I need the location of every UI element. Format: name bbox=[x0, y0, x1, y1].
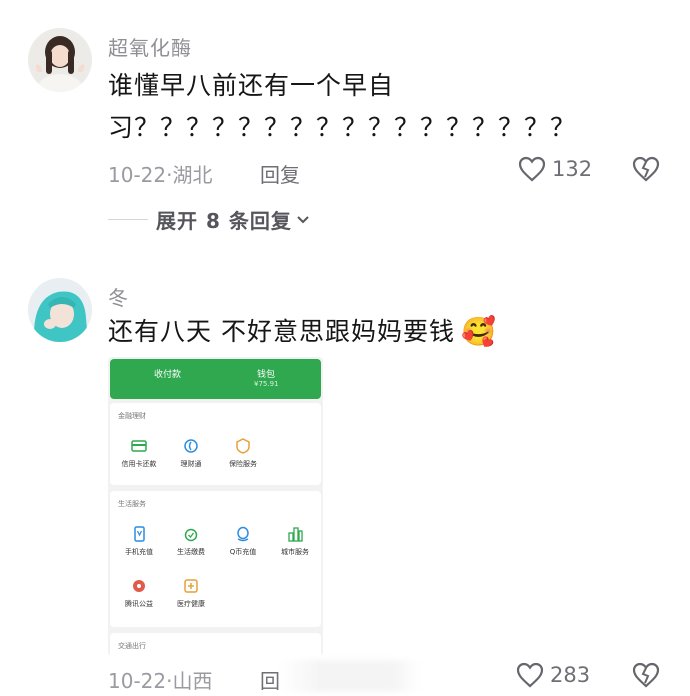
city-service-item[interactable]: 城市服务 bbox=[270, 525, 320, 557]
item-label: 生活缴费 bbox=[177, 548, 205, 556]
charity-icon bbox=[133, 580, 145, 592]
charity-item[interactable]: 腾讯公益 bbox=[114, 577, 164, 609]
phone-topup-item[interactable]: 手机充值 bbox=[114, 525, 164, 557]
pay-label: 收付款 bbox=[154, 370, 182, 380]
broken-heart-icon bbox=[632, 662, 660, 688]
wealth-icon bbox=[184, 439, 198, 453]
credit-card-icon bbox=[131, 440, 147, 452]
like-count: 132 bbox=[552, 157, 593, 181]
comment-text-line: 还有八天 不好意思跟妈妈要钱 bbox=[108, 317, 455, 346]
expand-replies-label: 展开 8 条回复 bbox=[156, 209, 292, 233]
wallet-balance: ¥75.91 bbox=[254, 380, 279, 388]
section-title: 交通出行 bbox=[118, 642, 146, 650]
life-service-section: 生活服务 手机充值 生活缴费 Q币充值 城市服务 腾讯公益 医疗健康 bbox=[110, 491, 321, 627]
item-label: 腾讯公益 bbox=[125, 600, 153, 608]
phone-topup-icon bbox=[134, 526, 145, 542]
item-label: 保险服务 bbox=[229, 460, 257, 468]
wealth-item[interactable]: 理财通 bbox=[166, 437, 216, 469]
medical-item[interactable]: 医疗健康 bbox=[166, 577, 216, 609]
emoji: 🥰 bbox=[460, 315, 497, 348]
heart-icon bbox=[516, 662, 544, 688]
medical-icon bbox=[184, 579, 198, 593]
reply-button[interactable]: 回 bbox=[260, 665, 280, 694]
comment-text: 还有八天 不好意思跟妈妈要钱 🥰 bbox=[108, 312, 497, 352]
dislike-button[interactable] bbox=[632, 662, 660, 692]
item-label: Q币充值 bbox=[229, 548, 257, 556]
credit-card-item[interactable]: 信用卡还款 bbox=[114, 437, 164, 469]
avatar[interactable] bbox=[28, 28, 92, 92]
like-button[interactable]: 132 bbox=[518, 156, 592, 182]
item-label: 信用卡还款 bbox=[121, 460, 157, 468]
insurance-item[interactable]: 保险服务 bbox=[218, 437, 268, 469]
qcoin-item[interactable]: Q币充值 bbox=[218, 525, 268, 557]
insurance-icon bbox=[236, 438, 250, 454]
item-label: 手机充值 bbox=[125, 548, 153, 556]
avatar[interactable] bbox=[28, 278, 92, 342]
dislike-button[interactable] bbox=[632, 156, 660, 186]
like-button[interactable]: 283 bbox=[516, 662, 590, 688]
username[interactable]: 冬 bbox=[108, 282, 129, 311]
attached-image[interactable]: 收付款 钱包 ¥75.91 金融理财 信用卡还款 理财通 保险服务 生活服务 手… bbox=[108, 357, 323, 656]
qcoin-icon bbox=[237, 526, 249, 542]
item-label: 城市服务 bbox=[281, 548, 309, 556]
comment-text: 谁懂早八前还有一个早自 习？？？？？？？？？？？？？？？？？ bbox=[108, 66, 576, 148]
chevron-down-icon bbox=[297, 215, 309, 223]
item-label: 医疗健康 bbox=[177, 600, 205, 608]
username[interactable]: 超氧化酶 bbox=[108, 32, 192, 61]
reply-button[interactable]: 回复 bbox=[260, 159, 300, 188]
broken-heart-icon bbox=[632, 156, 660, 182]
section-title: 生活服务 bbox=[118, 500, 146, 508]
comment-text-line: 谁懂早八前还有一个早自 bbox=[108, 71, 395, 100]
finance-section: 金融理财 信用卡还款 理财通 保险服务 bbox=[110, 403, 321, 485]
comment-date-location: 10-22·湖北 bbox=[108, 163, 213, 187]
like-count: 283 bbox=[550, 663, 591, 687]
comment-text-line: 习？？？？？？？？？？？？？？？？？ bbox=[108, 113, 577, 142]
utility-bill-icon bbox=[184, 528, 198, 542]
utility-bill-item[interactable]: 生活缴费 bbox=[166, 525, 216, 557]
item-label: 理财通 bbox=[180, 460, 202, 468]
expand-replies[interactable]: 展开 8 条回复 bbox=[108, 205, 310, 234]
transport-section: 交通出行 bbox=[110, 633, 321, 656]
comment-date-location: 10-22·山西 bbox=[108, 669, 213, 693]
watermark-overlay bbox=[280, 660, 420, 692]
section-title: 金融理财 bbox=[118, 412, 146, 420]
wallet-header: 收付款 钱包 ¥75.91 bbox=[110, 359, 321, 399]
wallet-label: 钱包 bbox=[257, 370, 276, 380]
heart-icon bbox=[518, 156, 546, 182]
divider bbox=[108, 219, 148, 220]
city-service-icon bbox=[288, 527, 303, 542]
